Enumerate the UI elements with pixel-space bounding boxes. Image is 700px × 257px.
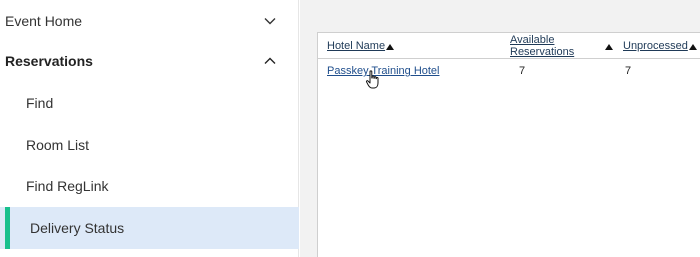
- available-reservations-value: 7: [519, 65, 526, 77]
- table-row: Passkey Training Hotel 7 7: [318, 60, 700, 82]
- unprocessed-value: 7: [625, 65, 632, 77]
- hotel-name-link[interactable]: Passkey Training Hotel: [327, 65, 440, 77]
- chevron-down-icon[interactable]: [263, 14, 277, 28]
- column-header-line: Available: [510, 34, 555, 46]
- sort-ascending-icon[interactable]: [386, 44, 394, 50]
- delivery-status-table: Hotel Name Available Reservations Unproc…: [317, 32, 700, 257]
- sidebar-item-room-list[interactable]: Room List: [0, 124, 299, 166]
- sidebar-item-event-home[interactable]: Event Home: [0, 0, 299, 42]
- sidebar-item-label: Delivery Status: [30, 220, 125, 236]
- sidebar-item-label: Find: [26, 95, 54, 111]
- column-header-available-reservations[interactable]: Available Reservations: [510, 34, 574, 58]
- sidebar-item-find-reglink[interactable]: Find RegLink: [0, 165, 299, 207]
- chevron-up-icon[interactable]: [263, 54, 277, 68]
- table-header: Hotel Name Available Reservations Unproc…: [318, 33, 700, 59]
- column-header-line: Reservations: [510, 46, 575, 58]
- main-content: Hotel Name Available Reservations Unproc…: [300, 0, 700, 257]
- sidebar-item-label: Room List: [26, 137, 90, 153]
- column-header-unprocessed[interactable]: Unprocessed: [623, 40, 688, 52]
- sidebar-item-label: Reservations: [5, 53, 93, 69]
- sidebar-item-reservations[interactable]: Reservations: [0, 40, 299, 82]
- sidebar-nav: Event Home Reservations Find Room List F…: [0, 0, 299, 257]
- sidebar-item-delivery-status[interactable]: Delivery Status: [0, 207, 299, 249]
- sidebar-item-find[interactable]: Find: [0, 82, 299, 124]
- sort-ascending-icon[interactable]: [689, 44, 697, 50]
- hotel-name-text[interactable]: Passkey Training Hotel: [327, 65, 440, 77]
- sidebar-item-label: Find RegLink: [26, 178, 109, 194]
- sort-ascending-icon[interactable]: [605, 44, 613, 50]
- column-header-hotel-name[interactable]: Hotel Name: [327, 40, 385, 52]
- active-indicator: [5, 207, 10, 249]
- sidebar-item-label: Event Home: [5, 13, 83, 29]
